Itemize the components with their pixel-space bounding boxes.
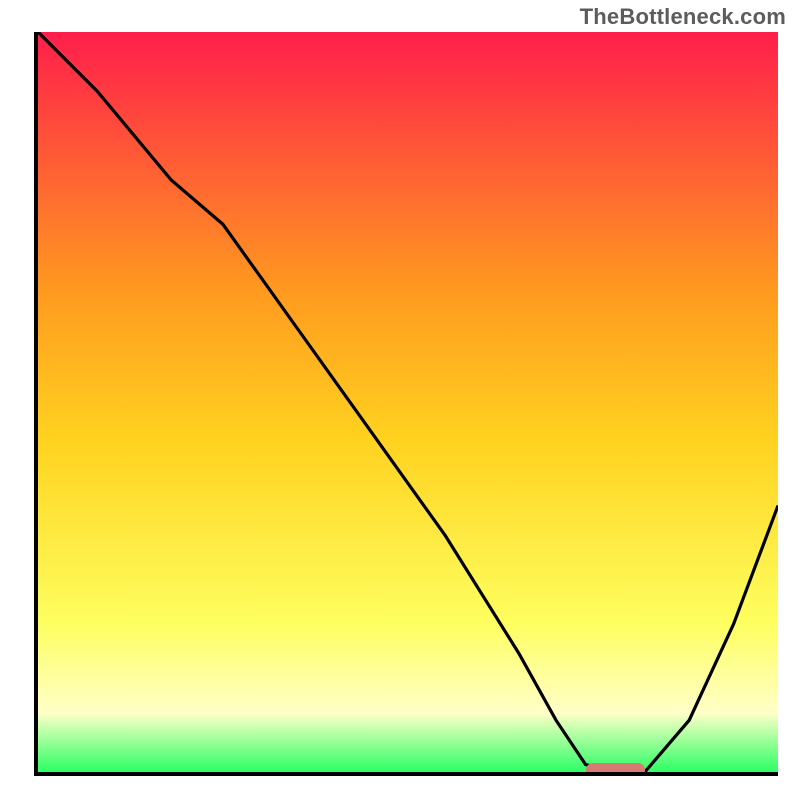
curve-path — [38, 32, 778, 772]
watermark-text: TheBottleneck.com — [580, 4, 786, 30]
plot-area — [38, 32, 778, 772]
chart-container: TheBottleneck.com — [0, 0, 800, 800]
optimal-range-marker — [586, 763, 645, 772]
